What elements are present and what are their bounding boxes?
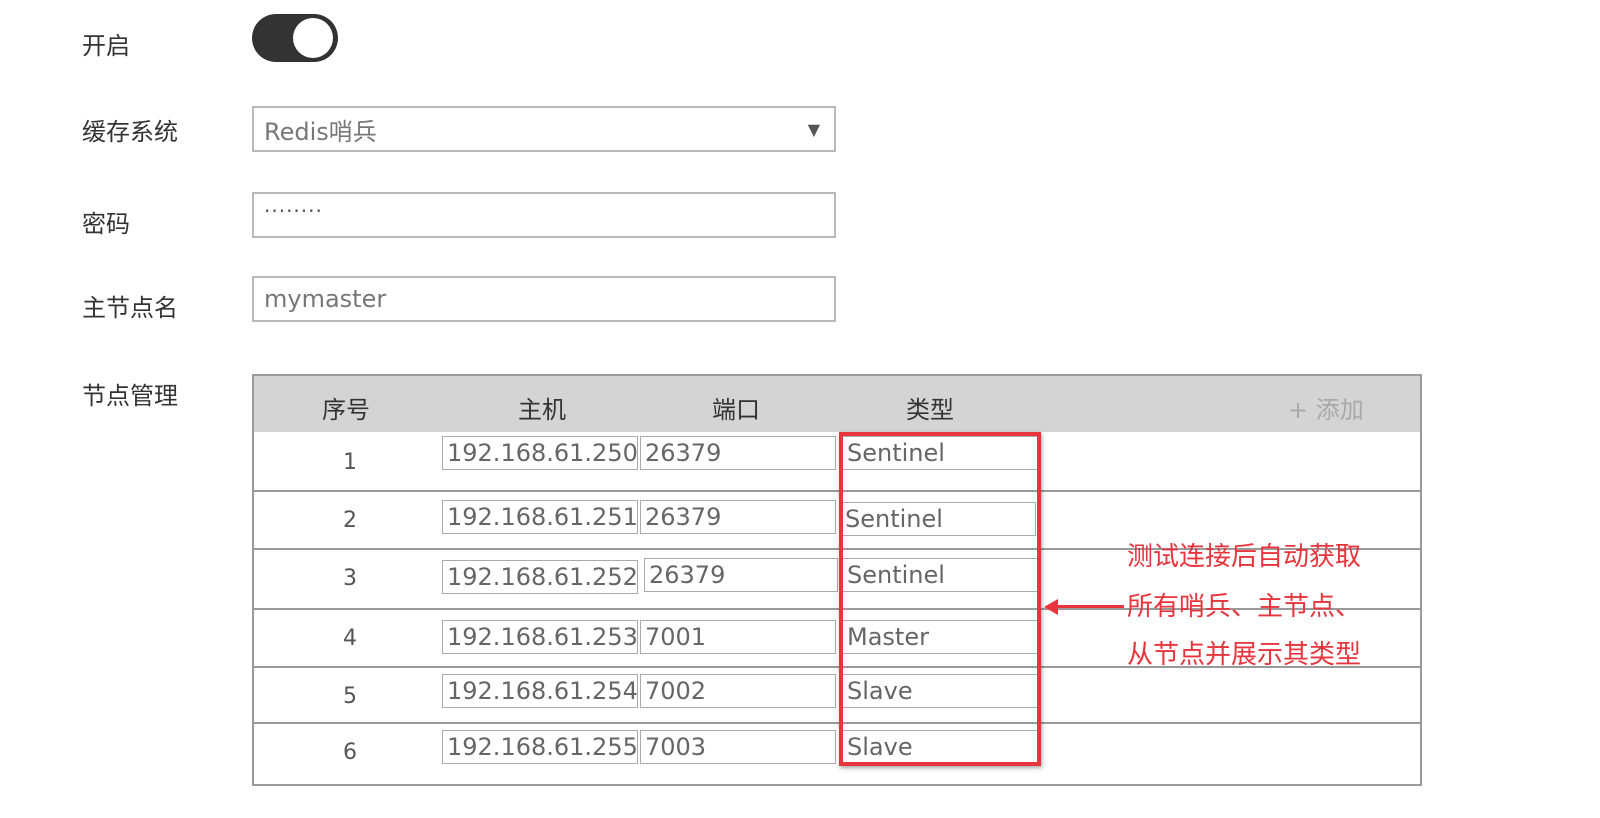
row-index: 1 [343, 450, 357, 475]
password-field[interactable]: ········ [252, 192, 836, 238]
dropdown-arrow-icon: ▼ [807, 119, 820, 139]
row-index: 6 [343, 740, 357, 765]
row-index: 5 [343, 684, 357, 709]
host-input[interactable]: 192.168.61.251 [442, 500, 638, 534]
host-input[interactable]: 192.168.61.254 [442, 674, 638, 708]
port-input[interactable]: 26379 [640, 436, 836, 470]
annotation-text-line: 从节点并展示其类型 [1127, 640, 1362, 670]
table-row: 5 192.168.61.254 7002 Slave [254, 668, 1420, 724]
annotation-text-line: 测试连接后自动获取 [1127, 542, 1362, 572]
annotation-arrow-line [1054, 605, 1124, 608]
table-row: 6 192.168.61.255 7003 Slave [254, 724, 1420, 784]
host-input[interactable]: 192.168.61.255 [442, 730, 638, 764]
port-input[interactable]: 26379 [644, 558, 838, 592]
master-name-field[interactable]: mymaster [252, 276, 836, 322]
cache-system-select[interactable]: Redis哨兵 ▼ [252, 106, 836, 152]
password-value: ········ [264, 199, 323, 223]
header-port: 端口 [712, 396, 760, 424]
host-input[interactable]: 192.168.61.252 [442, 560, 638, 594]
master-name-value: mymaster [264, 285, 387, 313]
port-input[interactable]: 26379 [640, 500, 836, 534]
table-header: 序号 主机 端口 类型 + 添加 [254, 376, 1420, 432]
cache-system-value: Redis哨兵 [264, 117, 377, 146]
toggle-knob [293, 18, 333, 58]
header-index: 序号 [322, 396, 370, 424]
node-table: 序号 主机 端口 类型 + 添加 1 192.168.61.250 26379 … [252, 374, 1422, 786]
row-index: 2 [343, 508, 357, 533]
host-input[interactable]: 192.168.61.253 [442, 620, 638, 654]
row-index: 4 [343, 626, 357, 651]
redis-config-page: 开启 缓存系统 Redis哨兵 ▼ 密码 ········ 主节点名 mymas… [0, 0, 1600, 818]
header-host: 主机 [518, 396, 566, 424]
type-column-highlight [839, 432, 1041, 766]
row-index: 3 [343, 566, 357, 591]
table-row: 1 192.168.61.250 26379 Sentinel [254, 432, 1420, 492]
port-input[interactable]: 7001 [640, 620, 836, 654]
annotation-text-line: 所有哨兵、主节点、 [1127, 592, 1362, 622]
enable-toggle[interactable] [252, 14, 338, 62]
port-input[interactable]: 7003 [640, 730, 836, 764]
enable-label: 开启 [82, 32, 130, 60]
node-management-label: 节点管理 [82, 382, 178, 410]
port-input[interactable]: 7002 [640, 674, 836, 708]
cache-system-label: 缓存系统 [82, 118, 178, 146]
header-type: 类型 [906, 396, 954, 424]
add-node-button[interactable]: + 添加 [1288, 390, 1364, 425]
password-label: 密码 [82, 210, 130, 238]
host-input[interactable]: 192.168.61.250 [442, 436, 638, 470]
master-name-label: 主节点名 [82, 294, 178, 322]
